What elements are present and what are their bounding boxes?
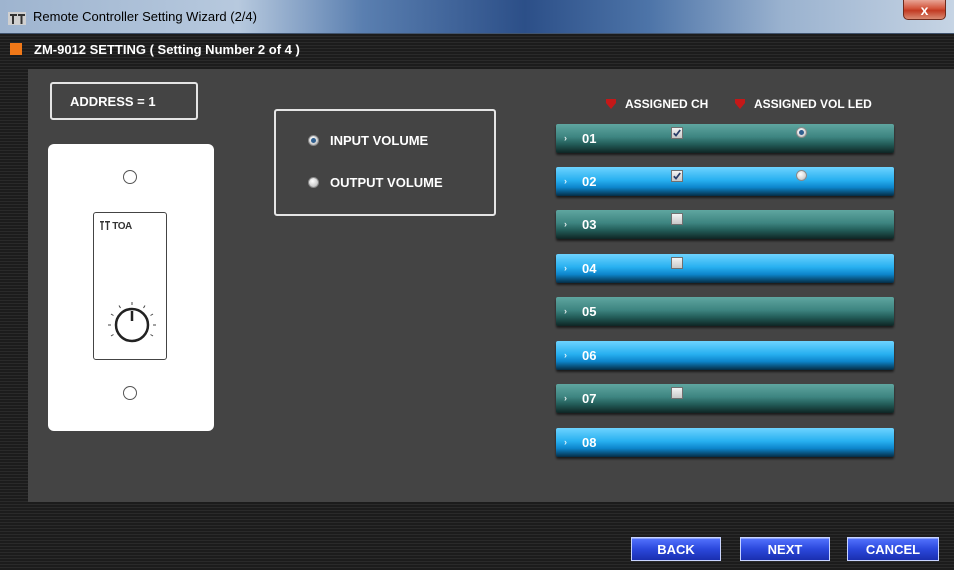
brand-text: TOA <box>112 221 132 232</box>
legend-assigned-ch: ASSIGNED CH <box>606 97 708 111</box>
chevron-right-icon: › <box>564 393 567 403</box>
legend-assigned-vol-led: ASSIGNED VOL LED <box>735 97 872 111</box>
top-screw-icon <box>123 170 137 184</box>
next-button[interactable]: NEXT <box>740 537 830 561</box>
channel-number: 01 <box>582 131 597 146</box>
window-title: Remote Controller Setting Wizard (2/4) <box>33 9 257 24</box>
wizard-window: Remote Controller Setting Wizard (2/4) x… <box>0 0 954 570</box>
input-volume-label: INPUT VOLUME <box>330 133 429 148</box>
toa-mark-icon <box>100 221 110 230</box>
legend-assigned-vol-led-label: ASSIGNED VOL LED <box>754 97 872 111</box>
assigned-ch-checkbox[interactable] <box>671 213 683 225</box>
app-icon <box>8 12 26 25</box>
settings-panel: ADDRESS = 1 TOA INPUT VOLUME OUTPUT VOLU… <box>28 69 954 502</box>
chevron-right-icon: › <box>564 263 567 273</box>
checkmark-icon <box>673 172 681 180</box>
address-label: ADDRESS = 1 <box>50 82 198 120</box>
bottom-screw-icon <box>123 386 137 400</box>
channel-row[interactable]: › 08 <box>556 428 894 457</box>
legend-assigned-ch-label: ASSIGNED CH <box>625 97 709 111</box>
chevron-right-icon: › <box>564 350 567 360</box>
assigned-ch-checkbox[interactable] <box>671 387 683 399</box>
close-icon: x <box>920 1 929 18</box>
assigned-vol-led-radio[interactable] <box>796 127 807 138</box>
channel-number: 08 <box>582 435 597 450</box>
assigned-vol-led-radio[interactable] <box>796 170 807 181</box>
channel-number: 03 <box>582 217 597 232</box>
channel-row[interactable]: › 01 <box>556 124 894 153</box>
brand-logo: TOA <box>100 221 132 232</box>
channel-number: 02 <box>582 174 597 189</box>
cancel-button[interactable]: CANCEL <box>847 537 939 561</box>
title-bar: Remote Controller Setting Wizard (2/4) x <box>0 0 954 34</box>
assigned-ch-checkbox[interactable] <box>671 127 683 139</box>
assigned-ch-checkbox[interactable] <box>671 257 683 269</box>
channel-row[interactable]: › 05 <box>556 297 894 326</box>
section-header: ZM-9012 SETTING ( Setting Number 2 of 4 … <box>10 40 300 58</box>
close-button[interactable]: x <box>903 0 946 20</box>
chevron-right-icon: › <box>564 437 567 447</box>
volume-knob-icon <box>108 302 156 343</box>
red-marker-icon <box>735 99 745 109</box>
channel-row[interactable]: › 06 <box>556 341 894 370</box>
device-faceplate: TOA <box>93 212 167 360</box>
input-volume-option[interactable]: INPUT VOLUME <box>308 133 428 148</box>
back-button[interactable]: BACK <box>631 537 721 561</box>
chevron-right-icon: › <box>564 133 567 143</box>
channel-number: 07 <box>582 391 597 406</box>
output-volume-option[interactable]: OUTPUT VOLUME <box>308 175 443 190</box>
channel-row[interactable]: › 03 <box>556 210 894 239</box>
red-marker-icon <box>606 99 616 109</box>
output-volume-radio[interactable] <box>308 177 319 188</box>
channel-number: 05 <box>582 304 597 319</box>
chevron-right-icon: › <box>564 219 567 229</box>
channel-number: 04 <box>582 261 597 276</box>
chevron-right-icon: › <box>564 306 567 316</box>
chevron-right-icon: › <box>564 176 567 186</box>
volume-type-group: INPUT VOLUME OUTPUT VOLUME <box>274 109 496 216</box>
section-marker-icon <box>10 43 22 55</box>
input-volume-radio[interactable] <box>308 135 319 146</box>
device-illustration: TOA <box>48 144 214 431</box>
channel-row[interactable]: › 02 <box>556 167 894 196</box>
channel-number: 06 <box>582 348 597 363</box>
output-volume-label: OUTPUT VOLUME <box>330 175 443 190</box>
assigned-ch-checkbox[interactable] <box>671 170 683 182</box>
channel-row[interactable]: › 07 <box>556 384 894 413</box>
section-title: ZM-9012 SETTING ( Setting Number 2 of 4 … <box>34 41 300 57</box>
channel-row[interactable]: › 04 <box>556 254 894 283</box>
checkmark-icon <box>673 129 681 137</box>
